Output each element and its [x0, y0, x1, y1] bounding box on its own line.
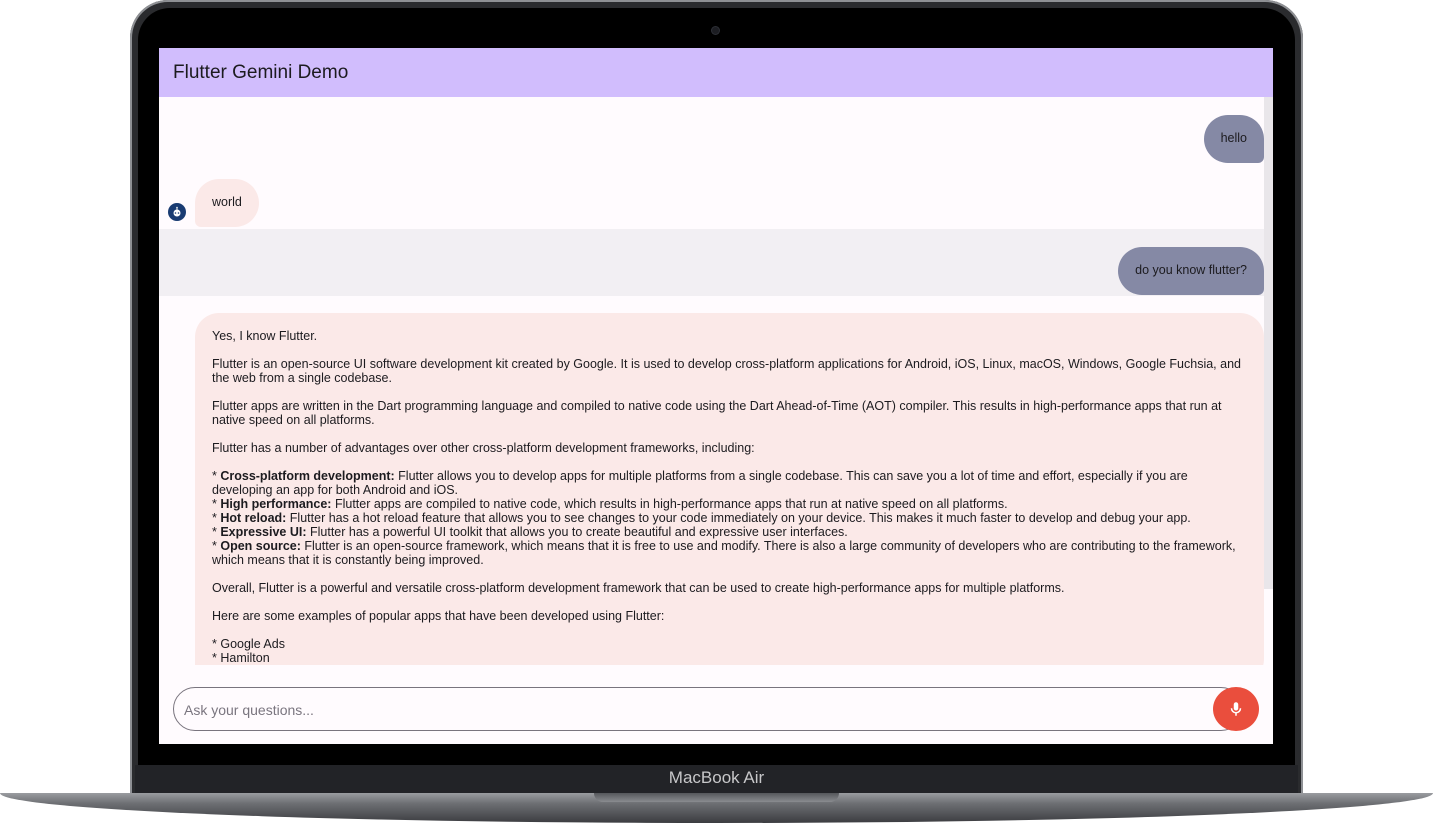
mic-icon [1230, 702, 1242, 716]
message-paragraph: Here are some examples of popular apps t… [212, 609, 665, 623]
message-row: Yes, I know Flutter. Flutter is an open-… [159, 313, 1264, 665]
camera-icon [712, 27, 719, 34]
question-input-container[interactable] [173, 687, 1243, 732]
bullet-item: * High performance: Flutter apps are com… [212, 497, 1008, 511]
page-title: Flutter Gemini Demo [173, 62, 349, 83]
message-paragraph: Flutter has a number of advantages over … [212, 441, 755, 455]
mic-button[interactable] [1213, 687, 1259, 731]
app-screen: Flutter Gemini Demo hello world do you k… [159, 48, 1273, 744]
chat-list[interactable]: hello world do you know flutter? Yes, I … [159, 97, 1273, 665]
robot-icon [168, 203, 186, 221]
app-bar: Flutter Gemini Demo [159, 48, 1273, 97]
bot-message-bubble: Yes, I know Flutter. Flutter is an open-… [195, 313, 1264, 665]
bullet-item: * Hamilton [212, 651, 270, 665]
message-paragraph: Flutter apps are written in the Dart pro… [212, 399, 1222, 427]
message-paragraph: Flutter is an open-source UI software de… [212, 357, 1241, 385]
message-row: hello [159, 97, 1264, 163]
bullet-item: * Open source: Flutter is an open-source… [212, 539, 1236, 567]
device-label: MacBook Air [668, 768, 765, 787]
app-examples-list: * Google Ads * Hamilton [212, 637, 1247, 665]
bot-message-bubble: world [195, 179, 259, 227]
message-row: world [159, 179, 1264, 229]
bullet-item: * Cross-platform development: Flutter al… [212, 469, 1188, 497]
bullet-item: * Expressive UI: Flutter has a powerful … [212, 525, 848, 539]
user-message-bubble: do you know flutter? [1118, 247, 1264, 295]
message-text: do you know flutter? [1135, 263, 1247, 277]
bullet-list: * Cross-platform development: Flutter al… [212, 469, 1247, 567]
message-text: world [212, 195, 242, 209]
bullet-item: * Google Ads [212, 637, 285, 651]
scrollbar[interactable] [1264, 97, 1273, 589]
laptop-notch [594, 793, 839, 802]
message-row-selected[interactable]: do you know flutter? [159, 229, 1264, 296]
message-paragraph: Yes, I know Flutter. [212, 329, 318, 343]
message-paragraph: Overall, Flutter is a powerful and versa… [212, 581, 1065, 595]
question-input[interactable] [182, 688, 1206, 732]
user-message-bubble: hello [1203, 115, 1264, 163]
bullet-item: * Hot reload: Flutter has a hot reload f… [212, 511, 1191, 525]
message-text: hello [1220, 131, 1247, 145]
